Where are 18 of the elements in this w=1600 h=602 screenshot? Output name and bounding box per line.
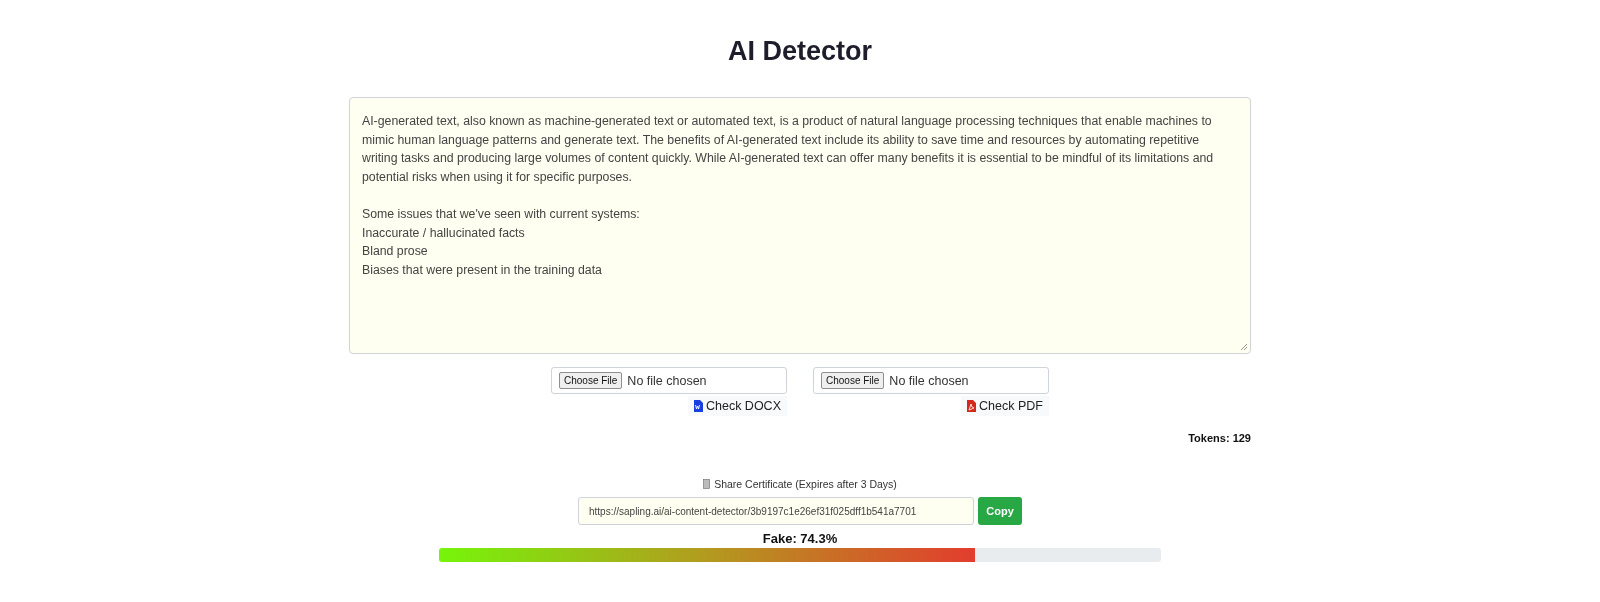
word-document-icon	[693, 400, 703, 412]
resize-grip-icon[interactable]	[1240, 343, 1248, 351]
token-count: Tokens: 129	[1188, 432, 1251, 444]
url-field[interactable]: https://sapling.ai/ai-content-detector/3b9197c1e26ef31f025dff1b541a7701	[578, 497, 974, 525]
check-button[interactable]: Check DOCX	[687, 396, 787, 416]
text-input[interactable]: AI-generated text, also known as machine-generated text or automated text, is a product of natural language processing techniques that enable machines to mimic human language patterns and generate text. The benefits of AI-generated text include its ability to save time and resources by automating repetitive writing tasks and producing large volumes of content quickly. While AI-generated text can offer many benefits it is essential to be mindful of its limitations and potential risks when using it for specific purposes. Some issues that we've seen with current systems: Inaccurate / hallucinated facts Bland prose Biases that were present in the training data	[349, 97, 1251, 354]
file-status: No file chosen	[889, 373, 969, 388]
page-title: AI Detector	[728, 36, 872, 67]
document-icon	[703, 479, 711, 489]
choose-file-button[interactable]: Choose File	[559, 372, 623, 389]
file-input[interactable]: Choose File No file chosen	[551, 367, 787, 394]
fake-score: Fake: 74.3%	[762, 531, 838, 546]
pdf-document-icon	[967, 400, 977, 412]
share-label: Share Certificate (Expires after 3 Days)	[714, 478, 897, 490]
file-status: No file chosen	[627, 373, 707, 388]
choose-file-button[interactable]: Choose File	[821, 372, 885, 389]
file-input[interactable]: Choose File No file chosen	[813, 367, 1049, 394]
check-button[interactable]: Check PDF	[961, 396, 1049, 416]
